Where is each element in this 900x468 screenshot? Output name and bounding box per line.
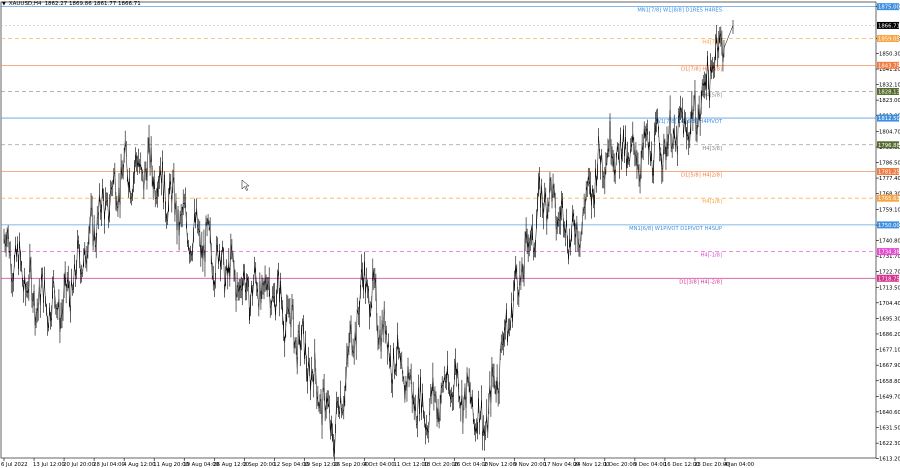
- x-tick-label-8: 2 Sep 20:00: [243, 462, 276, 468]
- x-tick-label-21: 9 Dec 04:00: [634, 462, 667, 468]
- price-tag-3: 1843.75: [878, 63, 900, 69]
- x-tick-label-24: 4 Jan 04:00: [724, 462, 755, 468]
- y-tick-label-10: 1777.40: [879, 176, 900, 182]
- y-tick-label-21: 1677.10: [879, 347, 900, 353]
- y-tick-label-9: 1786.50: [879, 161, 900, 167]
- price-tag-11: 1718.75: [878, 276, 900, 282]
- price-chart[interactable]: MN1[7/8] W1[8/8] D1RES H4RESH4[7/8]D1[7/…: [0, 0, 900, 468]
- price-tag-7: 1781.25: [878, 169, 900, 175]
- candlestick-series: [3, 20, 734, 458]
- y-tick-label-7: 1804.70: [879, 129, 900, 135]
- level-label-2: D1[7/8] H4[6/8]: [681, 66, 722, 72]
- y-tick-label-23: 1658.80: [879, 379, 900, 385]
- y-tick-label-25: 1640.60: [879, 410, 900, 416]
- level-label-5: H4[3/8]: [702, 146, 722, 152]
- price-tag-6: 1796.88: [878, 143, 900, 149]
- y-tick-label-17: 1713.50: [879, 285, 900, 291]
- x-tick-label-1: 13 Jul 12:00: [33, 462, 65, 468]
- y-tick-label-2: 1850.30: [879, 51, 900, 57]
- plot-frame: [0, 1, 877, 459]
- x-tick-label-3: 28 Jul 04:00: [93, 462, 125, 468]
- y-tick-label-27: 1622.30: [879, 441, 900, 447]
- price-tag-4: 1828.13: [878, 89, 900, 95]
- y-tick-label-28: 1613.20: [879, 457, 900, 463]
- price-tag-9: 1750.00: [878, 223, 900, 229]
- level-label-3: H4[5/8]: [702, 92, 722, 98]
- close-line: [3, 25, 734, 454]
- y-tick-label-16: 1722.70: [879, 270, 900, 276]
- y-tick-label-5: 1823.00: [879, 98, 900, 104]
- cursor-arrow-icon: [241, 179, 250, 191]
- price-tag-10: 1734.38: [878, 250, 900, 256]
- x-tick-label-20: 1 Dec 20:00: [604, 462, 637, 468]
- y-tick-label-18: 1704.40: [879, 301, 900, 307]
- level-label-4: W1[7/8] D1[6/8] H4PIVOT: [656, 119, 723, 125]
- price-tag-8: 1765.63: [878, 196, 900, 202]
- y-tick-label-26: 1631.50: [879, 425, 900, 431]
- y-tick-label-12: 1759.10: [879, 207, 900, 213]
- x-tick-label-2: 20 Jul 20:00: [63, 462, 95, 468]
- y-tick-label-19: 1695.30: [879, 316, 900, 322]
- y-tick-label-14: 1740.80: [879, 239, 900, 245]
- price-tag-5: 1812.50: [878, 116, 900, 122]
- level-label-7: H4[1/8]: [702, 199, 722, 205]
- y-tick-label-20: 1686.20: [879, 332, 900, 338]
- y-tick-label-22: 1667.90: [879, 363, 900, 369]
- x-tick-label-17: 9 Nov 20:00: [514, 462, 547, 468]
- price-tag-1: 1866.71: [878, 23, 900, 29]
- y-tick-label-24: 1649.70: [879, 394, 900, 400]
- level-label-0: MN1[7/8] W1[8/8] D1RES H4RES: [637, 8, 722, 14]
- x-tick-label-0: 6 Jul 2022: [1, 462, 28, 468]
- x-tick-label-16: 2 Nov 12:00: [484, 462, 517, 468]
- x-tick-label-12: 4 Oct 04:00: [364, 462, 396, 468]
- price-tag-2: 1859.05: [878, 37, 900, 43]
- level-label-10: D1[3/8] H4[-2/8]: [679, 279, 722, 285]
- level-label-9: H4[-1/8]: [701, 253, 722, 259]
- x-tick-label-4: 4 Aug 12:00: [123, 462, 156, 468]
- price-tag-0: 1875.00: [878, 5, 900, 11]
- y-tick-label-4: 1832.10: [879, 83, 900, 89]
- level-label-6: D1[5/8] H4[2/8]: [681, 172, 722, 178]
- level-label-8: MN1[6/8] W1PIVOT D1PIVOT H4SUP: [629, 226, 722, 232]
